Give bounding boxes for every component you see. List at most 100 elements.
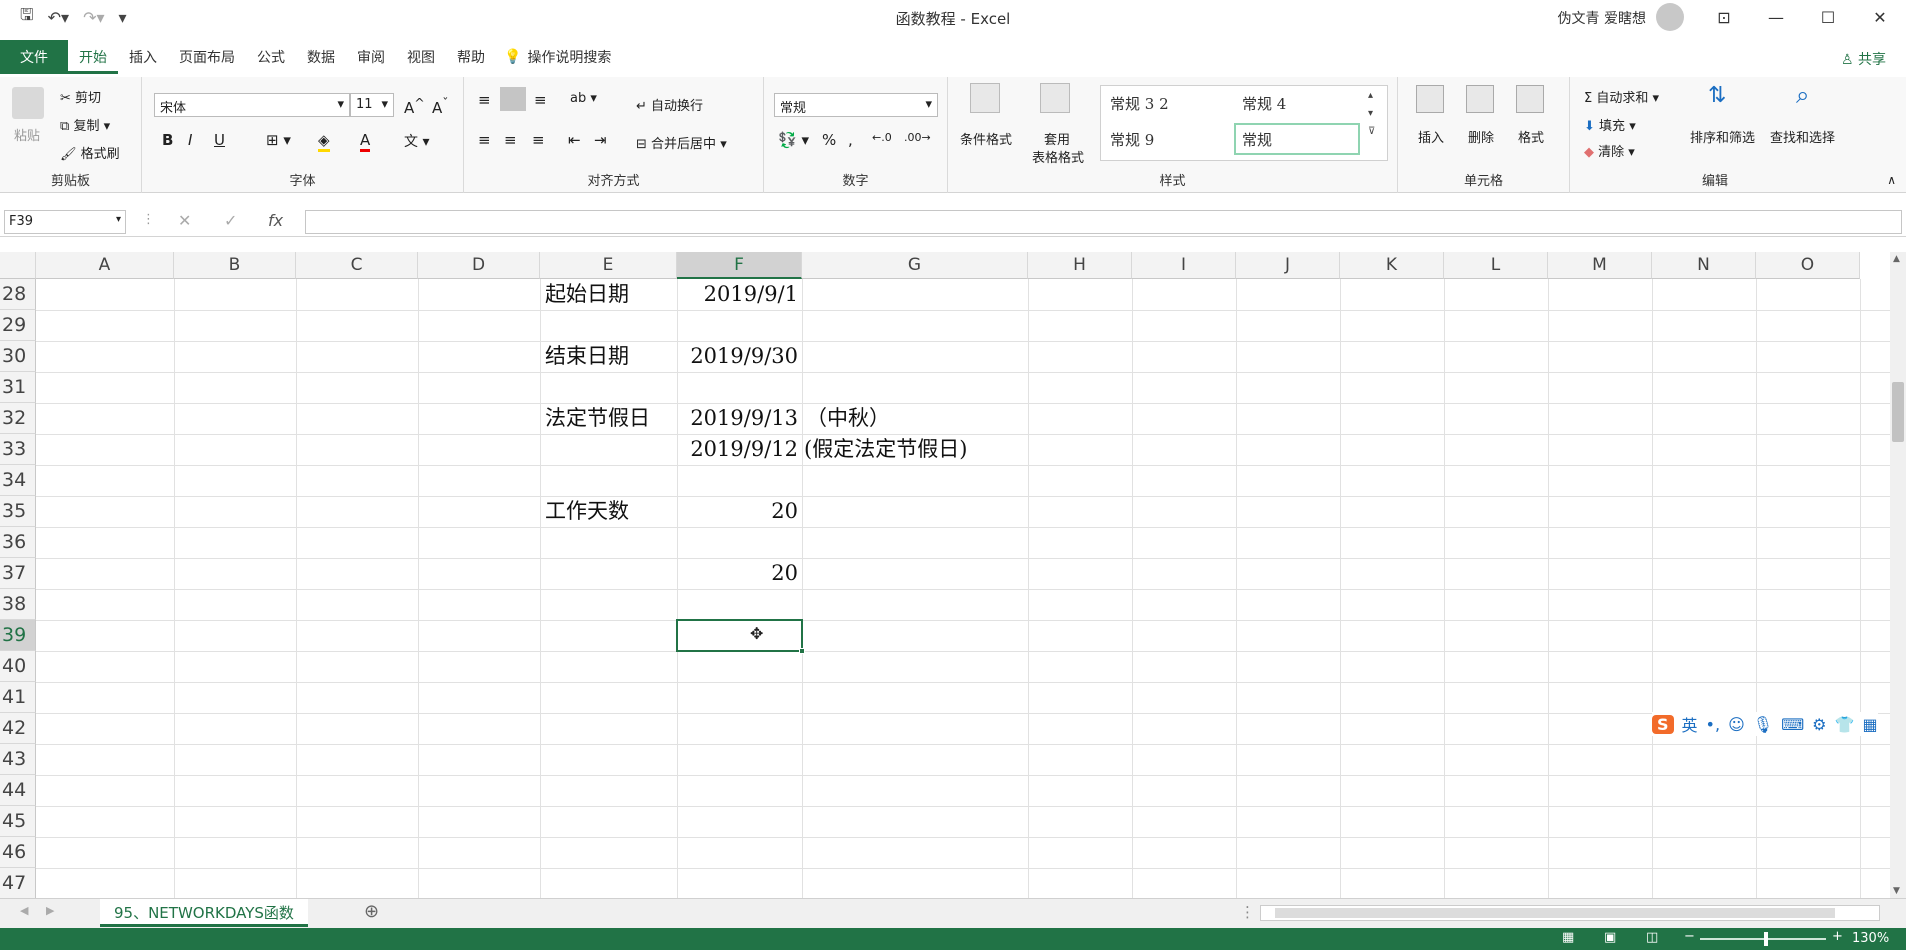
name-box[interactable]: F39 ▾: [4, 210, 126, 234]
vertical-scroll-thumb[interactable]: [1892, 382, 1904, 442]
insert-cells-button[interactable]: 插入: [1418, 127, 1444, 146]
font-name-select[interactable]: 宋体 ▾: [154, 93, 350, 117]
row-header-39[interactable]: 39: [0, 620, 36, 651]
cell-g32[interactable]: （中秋）: [806, 403, 890, 434]
col-header-j[interactable]: J: [1236, 252, 1340, 279]
col-header-e[interactable]: E: [540, 252, 677, 279]
keyboard-icon[interactable]: ⌨: [1781, 715, 1804, 734]
col-header-i[interactable]: I: [1132, 252, 1236, 279]
collapse-ribbon-icon[interactable]: ∧: [1887, 173, 1896, 187]
col-header-b[interactable]: B: [174, 252, 296, 279]
worksheet-grid[interactable]: A B C D E F G H I J K L M N O 28 29 30 3…: [0, 252, 1890, 898]
cell-e32[interactable]: 法定节假日: [545, 403, 650, 434]
format-table-icon[interactable]: [1040, 83, 1070, 113]
font-size-select[interactable]: 11 ▾: [350, 93, 394, 117]
sogou-logo-icon[interactable]: S: [1652, 714, 1674, 734]
conditional-format-button[interactable]: 条件格式: [960, 129, 1012, 148]
row-header-44[interactable]: 44: [0, 775, 36, 806]
font-color-icon[interactable]: A: [360, 131, 371, 152]
cell-g33[interactable]: (假定法定节假日): [804, 434, 967, 465]
customize-qat-icon[interactable]: ▾: [119, 8, 127, 27]
percent-icon[interactable]: %: [822, 131, 836, 149]
add-sheet-icon[interactable]: ⊕: [364, 901, 379, 922]
zoom-slider[interactable]: [1700, 932, 1826, 946]
row-header-33[interactable]: 33: [0, 434, 36, 465]
redo-icon[interactable]: ↷▾: [83, 8, 104, 27]
row-header-29[interactable]: 29: [0, 310, 36, 341]
cell-f32[interactable]: 2019/9/13: [680, 403, 798, 434]
tab-view[interactable]: 视图: [396, 40, 446, 74]
phonetic-icon[interactable]: 文 ▾: [404, 131, 429, 151]
insert-cells-icon[interactable]: [1416, 85, 1444, 113]
prev-sheet-icon[interactable]: ◀: [20, 904, 28, 917]
enter-icon[interactable]: ✓: [224, 211, 237, 230]
border-icon[interactable]: ⊞ ▾: [266, 131, 291, 149]
tools-icon[interactable]: ⚙: [1812, 715, 1826, 734]
avatar[interactable]: [1656, 3, 1684, 31]
row-header-37[interactable]: 37: [0, 558, 36, 589]
find-icon[interactable]: ⌕: [1796, 81, 1809, 109]
tab-insert[interactable]: 插入: [118, 40, 168, 74]
align-right-icon[interactable]: ≡: [532, 131, 545, 149]
format-painter-button[interactable]: 🖌 格式刷: [60, 143, 120, 162]
row-header-36[interactable]: 36: [0, 527, 36, 558]
zoom-slider-thumb[interactable]: [1764, 932, 1768, 946]
row-header-43[interactable]: 43: [0, 744, 36, 775]
format-cells-icon[interactable]: [1516, 85, 1544, 113]
delete-cells-icon[interactable]: [1466, 85, 1494, 113]
row-header-34[interactable]: 34: [0, 465, 36, 496]
fill-color-icon[interactable]: ◈: [318, 131, 330, 152]
row-header-42[interactable]: 42: [0, 713, 36, 744]
delete-cells-button[interactable]: 删除: [1468, 127, 1494, 146]
tab-help[interactable]: 帮助: [446, 40, 496, 74]
col-header-g[interactable]: G: [802, 252, 1028, 279]
cell-f30[interactable]: 2019/9/30: [680, 341, 798, 372]
paste-icon[interactable]: [12, 87, 44, 119]
grow-font-button[interactable]: A^: [404, 95, 425, 117]
active-cell-f39[interactable]: ✥: [676, 619, 805, 654]
row-header-32[interactable]: 32: [0, 403, 36, 434]
row-header-46[interactable]: 46: [0, 837, 36, 868]
cut-button[interactable]: ✂ 剪切: [60, 87, 101, 106]
align-center-icon[interactable]: ≡: [504, 131, 517, 149]
tab-home[interactable]: 开始: [68, 40, 118, 74]
format-table-line1[interactable]: 套用: [1044, 129, 1070, 148]
cell-f33[interactable]: 2019/9/12: [680, 434, 798, 465]
maximize-button[interactable]: ☐: [1802, 0, 1854, 34]
tab-review[interactable]: 审阅: [346, 40, 396, 74]
microphone-icon[interactable]: 🎙: [1753, 715, 1773, 734]
user-name[interactable]: 伪文青 爱瞎想: [1558, 8, 1646, 28]
row-header-31[interactable]: 31: [0, 372, 36, 403]
col-header-a[interactable]: A: [36, 252, 174, 279]
format-table-line2[interactable]: 表格格式: [1032, 147, 1084, 166]
sheet-tab-networkdays[interactable]: 95、NETWORKDAYS函数: [100, 899, 308, 927]
next-sheet-icon[interactable]: ▶: [46, 904, 54, 917]
style-normal[interactable]: 常规: [1234, 123, 1360, 155]
number-format-select[interactable]: 常规 ▾: [774, 93, 938, 117]
cell-f37[interactable]: 20: [680, 558, 798, 589]
row-header-41[interactable]: 41: [0, 682, 36, 713]
shrink-font-button[interactable]: Aˇ: [432, 95, 449, 117]
col-header-d[interactable]: D: [418, 252, 540, 279]
underline-button[interactable]: U: [214, 131, 225, 149]
copy-button[interactable]: ⧉ 复制 ▾: [60, 115, 110, 134]
horizontal-scroll-thumb[interactable]: [1275, 908, 1835, 918]
sort-filter-button[interactable]: 排序和筛选: [1690, 127, 1755, 146]
conditional-format-icon[interactable]: [970, 83, 1000, 113]
row-header-35[interactable]: 35: [0, 496, 36, 527]
zoom-in-icon[interactable]: +: [1832, 929, 1843, 944]
col-header-m[interactable]: M: [1548, 252, 1652, 279]
clear-button[interactable]: ◆ 清除 ▾: [1584, 141, 1635, 160]
tab-formulas[interactable]: 公式: [246, 40, 296, 74]
close-button[interactable]: ✕: [1854, 0, 1906, 34]
gallery-scroll-icon[interactable]: ▴ ▾ ⊽: [1368, 87, 1375, 141]
undo-icon[interactable]: ↶▾: [48, 8, 69, 27]
align-left-icon[interactable]: ≡: [478, 131, 491, 149]
align-top-icon[interactable]: ≡: [478, 91, 491, 109]
sort-filter-icon[interactable]: ⇅: [1708, 83, 1726, 108]
tab-data[interactable]: 数据: [296, 40, 346, 74]
share-button[interactable]: ♙ 共享: [1841, 49, 1886, 69]
decrease-indent-icon[interactable]: ⇤: [568, 131, 581, 149]
zoom-level[interactable]: 130%: [1852, 931, 1889, 946]
zoom-out-icon[interactable]: −: [1684, 929, 1695, 944]
